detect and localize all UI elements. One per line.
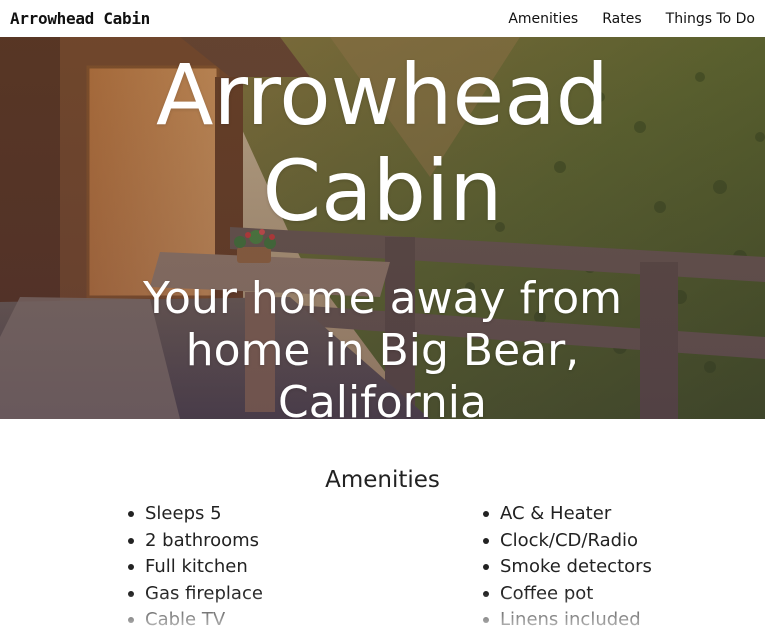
list-item: Linens included (483, 607, 652, 634)
list-item: Gas fireplace (128, 581, 263, 608)
hero-banner: Arrowhead Cabin Your home away from home… (0, 37, 765, 419)
hero-content: Arrowhead Cabin Your home away from home… (0, 37, 765, 419)
hero-subtitle: Your home away from home in Big Bear, Ca… (143, 273, 622, 419)
list-item: 2 bathrooms (128, 528, 263, 555)
list-item: Full kitchen (128, 554, 263, 581)
bullet-icon (483, 537, 489, 544)
nav-link-amenities[interactable]: Amenities (508, 11, 578, 27)
amenity-label: AC & Heater (500, 503, 612, 524)
amenities-list-right: AC & Heater Clock/CD/Radio Smoke detecto… (483, 501, 652, 634)
bullet-icon (128, 617, 134, 624)
amenity-label: Sleeps 5 (145, 503, 222, 524)
amenity-label: Smoke detectors (500, 556, 652, 577)
nav-link-things-to-do[interactable]: Things To Do (666, 11, 755, 27)
amenity-label: Gas fireplace (145, 582, 263, 604)
amenities-section: Amenities Sleeps 5 2 bathrooms Full kitc… (0, 419, 765, 637)
list-item: Smoke detectors (483, 554, 652, 581)
bullet-icon (128, 511, 134, 518)
amenity-label: Clock/CD/Radio (500, 529, 639, 551)
bullet-icon (483, 590, 489, 597)
hero-title: Arrowhead Cabin (155, 46, 610, 240)
bullet-icon (483, 564, 489, 571)
top-navbar: Arrowhead Cabin Amenities Rates Things T… (0, 0, 765, 37)
nav-link-rates[interactable]: Rates (602, 11, 641, 27)
amenity-label: Cable TV (145, 609, 226, 630)
brand-logo[interactable]: Arrowhead Cabin (10, 9, 150, 28)
list-item: Clock/CD/Radio (483, 528, 652, 555)
bullet-icon (128, 590, 134, 597)
list-item: Cable TV (128, 607, 263, 634)
amenity-label: Coffee pot (500, 582, 594, 604)
bullet-icon (483, 511, 489, 518)
amenity-label: Linens included (500, 609, 641, 630)
list-item: AC & Heater (483, 501, 652, 528)
bullet-icon (128, 564, 134, 571)
list-item: Coffee pot (483, 581, 652, 608)
amenities-list-left: Sleeps 5 2 bathrooms Full kitchen Gas fi… (128, 501, 263, 634)
bullet-icon (128, 537, 134, 544)
bullet-icon (483, 617, 489, 624)
amenity-label: 2 bathrooms (145, 529, 260, 551)
nav-links: Amenities Rates Things To Do (508, 11, 755, 27)
amenities-heading: Amenities (325, 467, 440, 493)
amenity-label: Full kitchen (145, 556, 248, 577)
list-item: Sleeps 5 (128, 501, 263, 528)
